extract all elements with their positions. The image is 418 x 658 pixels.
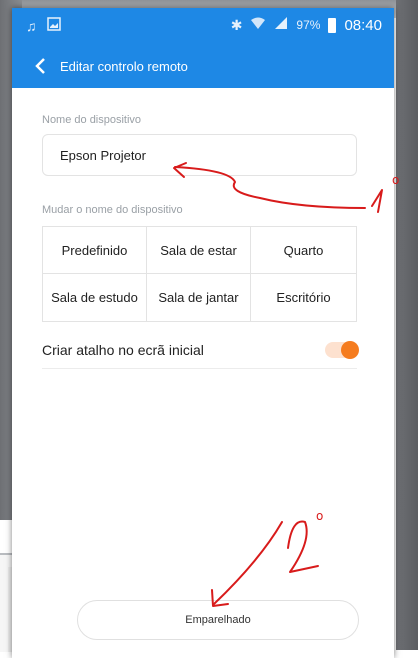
background-frame-right	[396, 0, 418, 650]
rename-option-predefinido[interactable]: Predefinido	[43, 227, 147, 274]
battery-icon	[328, 17, 337, 33]
paired-button-label: Emparelhado	[185, 614, 251, 626]
clock: 08:40	[344, 16, 382, 34]
music-notification-icon: ♫	[26, 18, 37, 34]
status-bar-left: ♫	[26, 17, 61, 35]
chevron-left-icon	[35, 58, 45, 74]
paired-button[interactable]: Emparelhado	[77, 600, 359, 640]
shortcut-toggle[interactable]	[325, 341, 359, 359]
status-bar-right: ✱ 97% 08:40	[231, 16, 382, 34]
bluetooth-icon: ✱	[230, 17, 243, 33]
rename-option-escritorio[interactable]: Escritório	[251, 274, 356, 321]
page-title: Editar controlo remoto	[60, 58, 188, 74]
rename-option-quarto[interactable]: Quarto	[251, 227, 356, 274]
back-button[interactable]	[20, 44, 60, 88]
rename-label: Mudar o nome do dispositivo	[42, 204, 183, 216]
rename-option-sala-de-estudo[interactable]: Sala de estudo	[43, 274, 147, 321]
shortcut-row: Criar atalho no ecrã inicial	[42, 334, 359, 366]
status-bar: ♫ ✱ 97% 08:40	[12, 8, 394, 44]
phone-screen: ♫ ✱ 97% 08:40 Editar controlo remoto Nom…	[12, 8, 394, 658]
rename-options-grid: Predefinido Sala de estar Quarto Sala de…	[42, 226, 357, 322]
device-name-label: Nome do dispositivo	[42, 114, 142, 126]
battery-percent: 97%	[296, 18, 321, 32]
image-notification-icon	[46, 17, 61, 35]
app-bar: Editar controlo remoto	[12, 44, 394, 88]
toggle-knob	[341, 341, 359, 359]
rename-option-sala-de-jantar[interactable]: Sala de jantar	[147, 274, 251, 321]
device-name-field[interactable]: Epson Projetor	[42, 134, 357, 176]
wifi-icon	[250, 16, 266, 34]
device-name-value: Epson Projetor	[60, 147, 146, 163]
divider	[42, 368, 357, 369]
rename-option-sala-de-estar[interactable]: Sala de estar	[147, 227, 251, 274]
signal-icon	[274, 16, 288, 34]
shortcut-label: Criar atalho no ecrã inicial	[42, 342, 204, 358]
